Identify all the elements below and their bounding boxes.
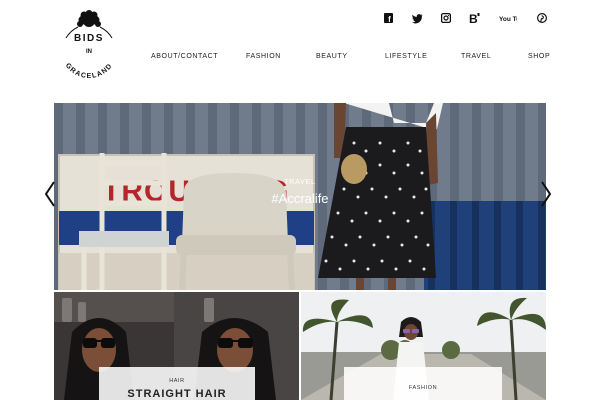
pinterest-icon[interactable] [536,11,548,24]
slider-prev-arrow-icon[interactable] [44,180,56,208]
hero-title[interactable]: #Accralife [54,191,546,206]
post-tile-fashion[interactable]: FASHION [301,292,546,400]
bloglovin-icon[interactable]: B [469,11,480,26]
svg-text:BIDS: BIDS [74,33,104,44]
hero-slide[interactable]: TROUBLING [54,103,546,290]
post-tile-hair[interactable]: HAIR STRAIGHT HAIR [54,292,299,400]
svg-text:You Tube: You Tube [499,16,517,23]
nav-item-beauty[interactable]: BEAUTY [316,53,348,60]
hero-category[interactable]: TRAVEL [54,179,546,186]
nav-item-about-contact[interactable]: ABOUT/CONTACT [151,53,218,60]
post-category[interactable]: HAIR [99,378,255,384]
youtube-icon[interactable]: You Tube [499,11,528,23]
nav-item-travel[interactable]: TRAVEL [461,53,491,60]
post-category[interactable]: FASHION [344,385,502,391]
nav-item-shop[interactable]: SHOP [528,53,550,60]
slider-next-arrow-icon[interactable] [540,180,552,208]
post-title[interactable]: STRAIGHT HAIR [99,388,255,400]
twitter-icon[interactable] [412,11,423,24]
social-bar: f B You Tube [378,11,550,26]
svg-text:B: B [469,12,478,24]
nav-item-lifestyle[interactable]: LIFESTYLE [385,53,427,60]
post-card-fashion: FASHION [344,367,502,400]
main-nav: ABOUT/CONTACT FASHION BEAUTY LIFESTYLE T… [0,53,600,63]
site-logo[interactable]: BIDS IN GRACELAND [53,10,125,88]
facebook-icon[interactable]: f [384,11,393,24]
post-card-hair: HAIR STRAIGHT HAIR [99,367,255,400]
nav-item-fashion[interactable]: FASHION [246,53,281,60]
hero-caption: TRAVEL #Accralife [54,179,546,206]
instagram-icon[interactable] [440,11,452,24]
svg-text:GRACELAND: GRACELAND [64,62,114,80]
logo-head-icon [77,10,101,27]
svg-text:f: f [388,15,391,24]
